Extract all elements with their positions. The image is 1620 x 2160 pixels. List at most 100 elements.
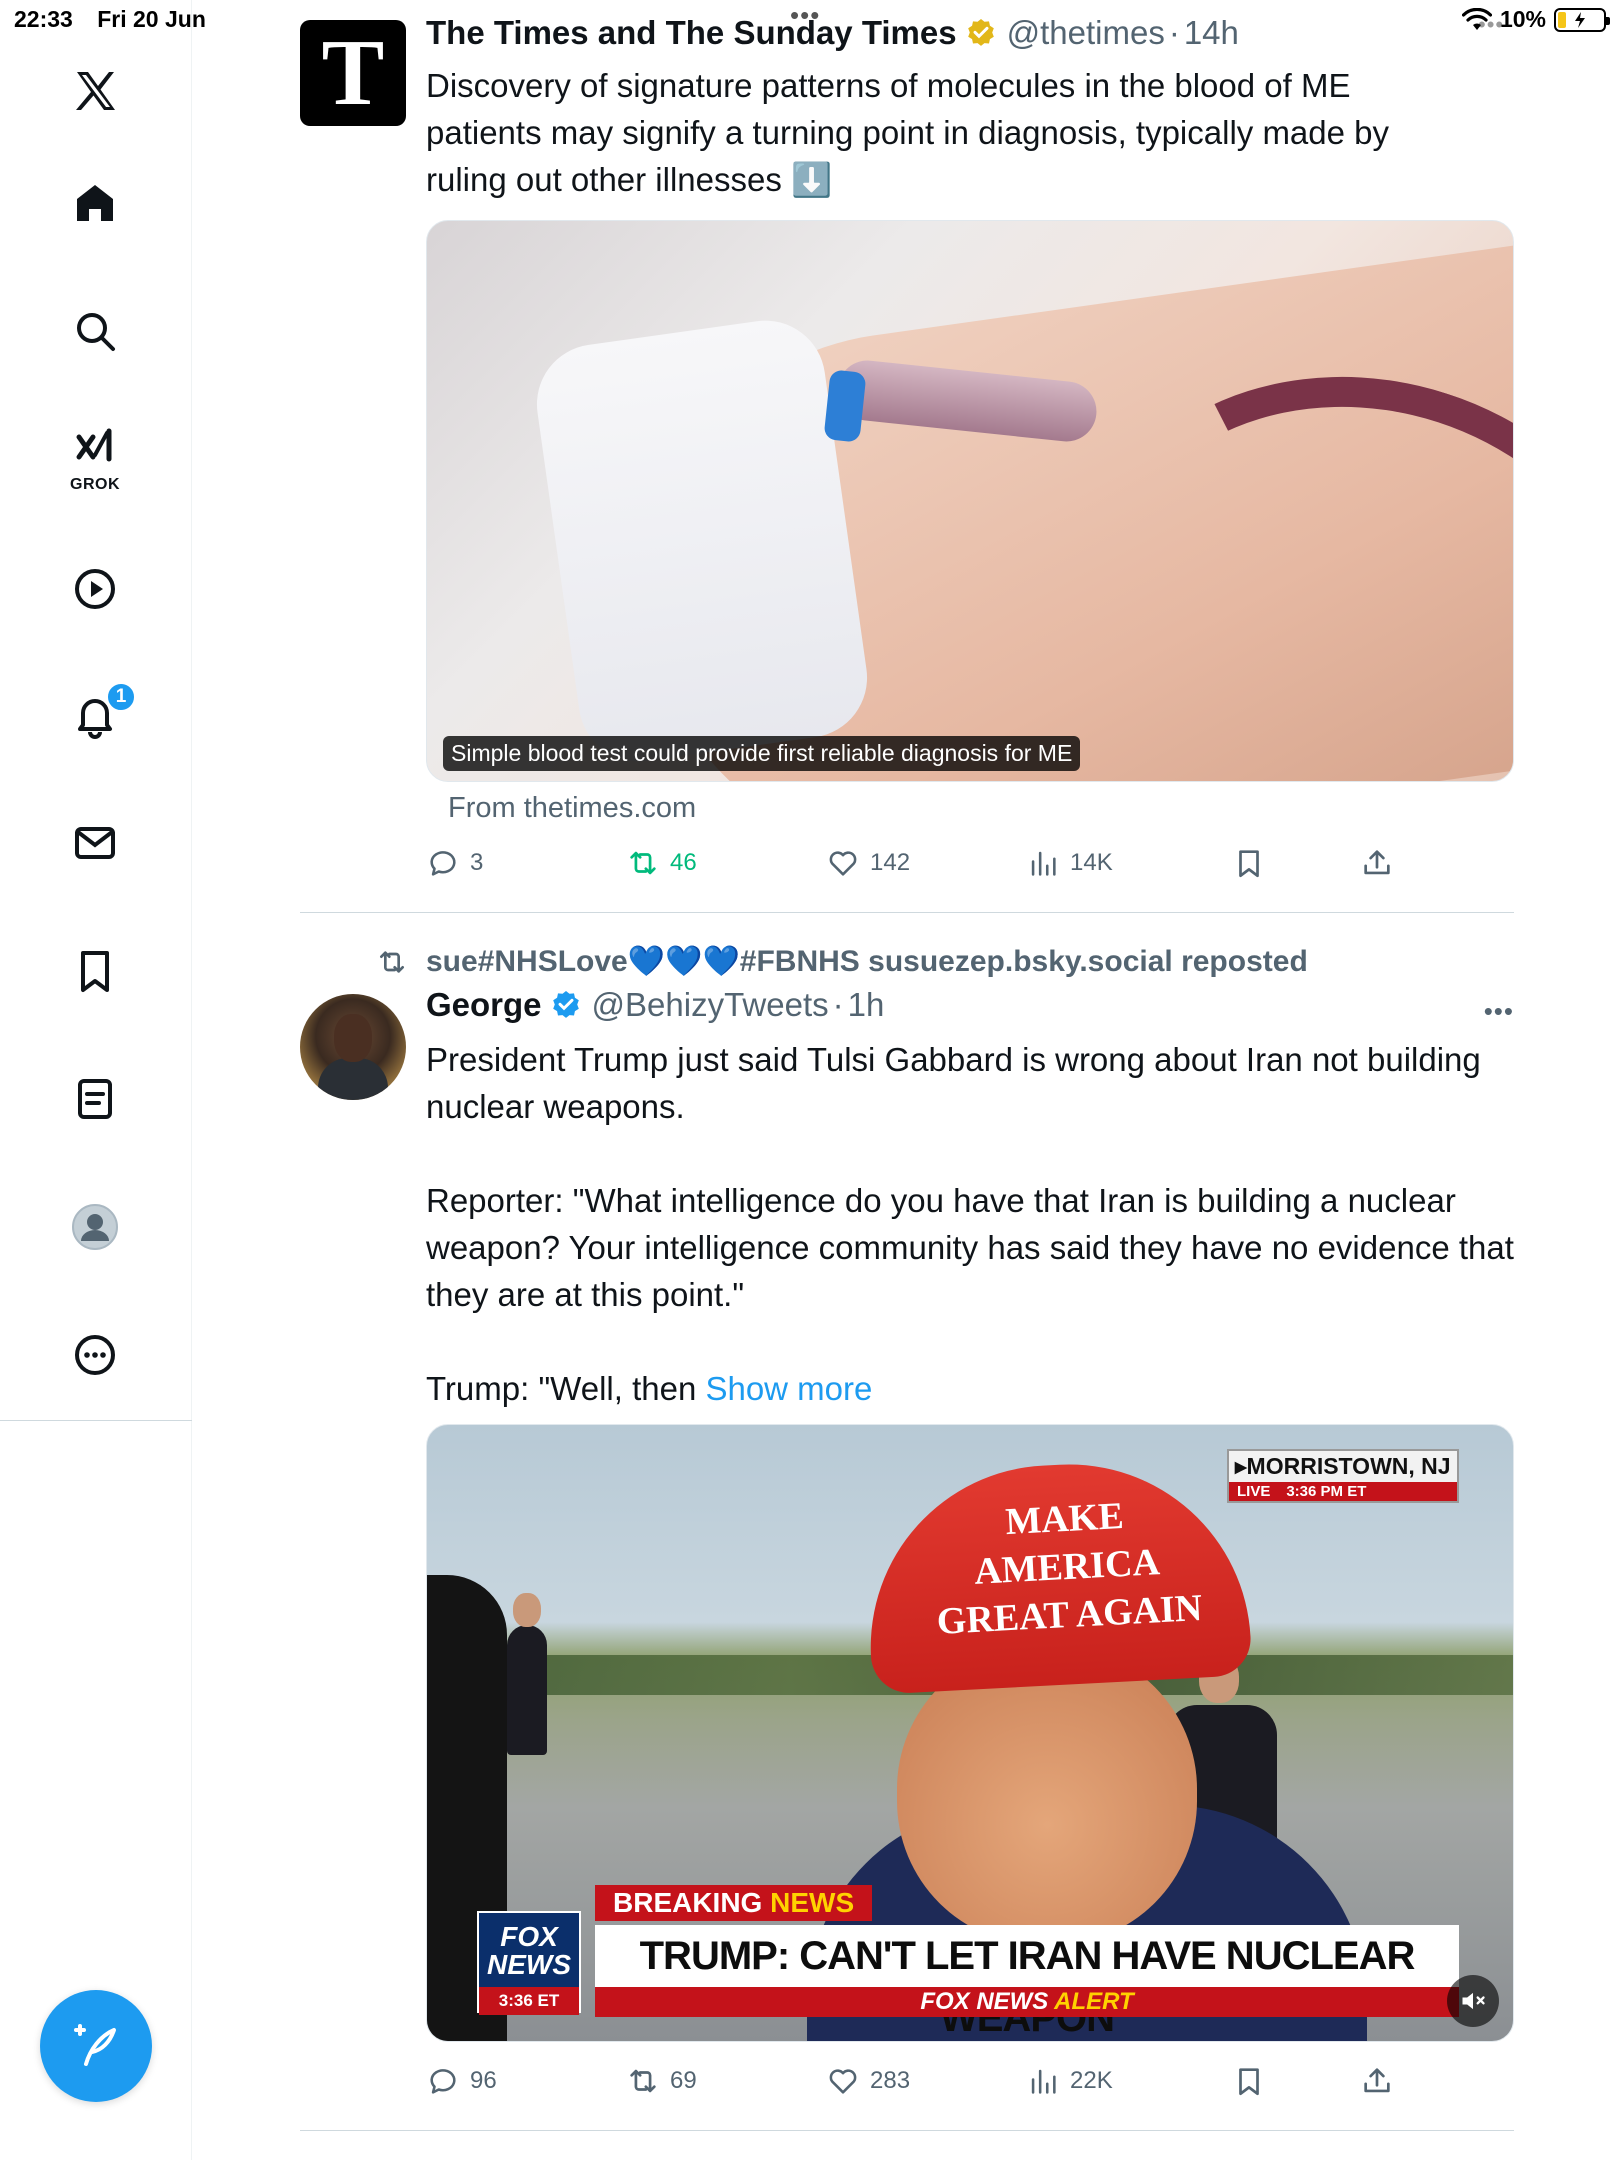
breaking-news-label: BREAKING NEWS	[595, 1885, 873, 1921]
like-count: 142	[870, 849, 911, 876]
cap-slogan: MAKE AMERICA GREAT AGAIN	[935, 1495, 1204, 1643]
bookmark-button[interactable]	[1232, 846, 1266, 880]
battery-icon	[1554, 7, 1610, 32]
grok-label: GROK	[70, 476, 120, 493]
video-player[interactable]: MAKE AMERICA GREAT AGAIN ▸MORRISTOWN, NJ…	[426, 1424, 1514, 2042]
news-word: NEWS	[770, 1887, 855, 1918]
bookmark-icon	[1239, 2068, 1259, 2096]
repost-button[interactable]: 69	[626, 2064, 697, 2098]
tweet-header: George @BehizyTweets · 1h	[426, 986, 884, 1024]
avatar-icon[interactable]	[66, 1198, 124, 1256]
like-count: 283	[870, 2067, 911, 2094]
reply-count: 96	[470, 2067, 497, 2094]
home-icon[interactable]	[66, 174, 124, 232]
tweet-header: The Times and The Sunday Times @thetimes…	[426, 14, 1239, 52]
author-name[interactable]: The Times and The Sunday Times	[426, 14, 957, 52]
mute-button[interactable]	[1447, 1975, 1499, 2027]
repost-context: sue#NHSLove💙💙💙#FBNHS susuezep.bsky.socia…	[376, 944, 1308, 979]
bookmark-button[interactable]	[1232, 2064, 1266, 2098]
live-time: 3:36 PM ET	[1286, 1483, 1367, 1500]
views-button[interactable]: 22K	[1026, 2064, 1113, 2098]
alert-word-1: FOX NEWS	[920, 1988, 1049, 2015]
more-options-button[interactable]: •••	[1484, 996, 1514, 1027]
author-handle[interactable]: @thetimes	[1007, 14, 1165, 52]
share-icon	[1364, 850, 1390, 875]
dot-separator: ·	[832, 986, 844, 1023]
location-text: ▸MORRISTOWN, NJ	[1235, 1453, 1451, 1479]
live-bar: LIVE 3:36 PM ET	[1229, 1482, 1457, 1501]
tweet-divider	[300, 2130, 1514, 2131]
tweet-text: Discovery of signature patterns of molec…	[426, 67, 1399, 198]
fox-logo-1: FOX	[500, 1921, 558, 1952]
reply-button[interactable]: 96	[426, 2064, 497, 2098]
reply-button[interactable]: 3	[426, 846, 483, 880]
like-button[interactable]: 283	[826, 2064, 910, 2098]
tweet-age[interactable]: 14h	[1184, 14, 1239, 52]
reply-icon	[430, 851, 456, 876]
share-button[interactable]	[1360, 846, 1394, 880]
x-logo-icon[interactable]	[66, 62, 124, 120]
search-icon[interactable]	[66, 302, 124, 360]
repost-icon	[380, 950, 404, 973]
fox-logo-time: 3:36 ET	[479, 1987, 579, 2015]
chyron-headline: TRUMP: CAN'T LET IRAN HAVE NUCLEAR WEAPO…	[595, 1925, 1459, 2040]
more-icon[interactable]	[66, 1326, 124, 1384]
view-count: 22K	[1070, 2067, 1113, 2094]
tweet-text-body: President Trump just said Tulsi Gabbard …	[426, 1041, 1514, 1407]
views-icon	[1031, 851, 1056, 876]
tweet-text: President Trump just said Tulsi Gabbard …	[426, 1036, 1516, 1412]
author-avatar[interactable]: T	[300, 20, 406, 126]
tweet-age[interactable]: 1h	[848, 986, 885, 1024]
card-source-link[interactable]: From thetimes.com	[448, 792, 696, 825]
share-icon	[1364, 2068, 1390, 2093]
list-icon[interactable]	[66, 1070, 124, 1128]
fox-logo-2: NEWS	[487, 1949, 571, 1980]
fox-news-logo: FOX NEWS 3:36 ET	[477, 1911, 581, 2015]
bookmark-icon[interactable]	[66, 942, 124, 1000]
notification-badge: 1	[106, 682, 136, 712]
repost-count: 69	[670, 2067, 697, 2094]
reply-count: 3	[470, 849, 484, 876]
author-name[interactable]: George	[426, 986, 542, 1024]
link-card-image[interactable]: Simple blood test could provide first re…	[426, 220, 1514, 782]
like-button[interactable]: 142	[826, 846, 910, 880]
tweet-divider	[300, 912, 1514, 913]
repost-count: 46	[670, 849, 697, 876]
sidebar: GROK 1	[0, 0, 192, 2160]
view-count: 14K	[1070, 849, 1113, 876]
verified-gold-icon	[967, 19, 994, 46]
compose-button[interactable]	[40, 1990, 152, 2102]
author-avatar[interactable]	[300, 994, 406, 1100]
repost-icon	[630, 2069, 656, 2093]
repost-by-label[interactable]: sue#NHSLove💙💙💙#FBNHS susuezep.bsky.socia…	[426, 944, 1308, 979]
card-caption: Simple blood test could provide first re…	[443, 736, 1081, 771]
alert-word-2: ALERT	[1054, 1988, 1134, 2015]
tweet-actions: 3 46 142 14K	[426, 846, 1514, 886]
live-label: LIVE	[1237, 1483, 1271, 1500]
compose-icon	[74, 2024, 116, 2066]
views-button[interactable]: 14K	[1026, 846, 1113, 880]
show-more-link[interactable]: Show more	[705, 1370, 872, 1407]
repost-button[interactable]: 46	[626, 846, 697, 880]
location-bug: ▸MORRISTOWN, NJ LIVE 3:36 PM ET	[1227, 1449, 1459, 1503]
sidebar-divider	[0, 1420, 192, 1421]
bookmark-icon	[1239, 850, 1259, 878]
tweet-actions: 96 69 283 22K	[426, 2064, 1514, 2104]
views-icon	[1031, 2069, 1056, 2094]
mute-icon	[1462, 1992, 1485, 2010]
reply-icon	[430, 2069, 456, 2094]
verified-blue-icon	[552, 991, 579, 1018]
author-handle[interactable]: @BehizyTweets	[592, 986, 829, 1024]
wifi-icon	[1461, 7, 1492, 30]
fox-news-alert: FOX NEWS ALERT	[595, 1987, 1459, 2017]
news-chyron: FOX NEWS 3:36 ET BREAKING NEWS TRUMP: CA…	[477, 1885, 1477, 2040]
heart-icon	[829, 851, 857, 876]
heart-icon	[829, 2069, 857, 2094]
battery-percent: 10%	[1499, 6, 1546, 32]
breaking-word: BREAKING	[613, 1887, 763, 1918]
repost-icon	[630, 851, 656, 875]
play-icon[interactable]	[66, 560, 124, 618]
mail-icon[interactable]	[66, 814, 124, 872]
share-button[interactable]	[1360, 2064, 1394, 2098]
grok-icon[interactable]	[66, 420, 124, 478]
